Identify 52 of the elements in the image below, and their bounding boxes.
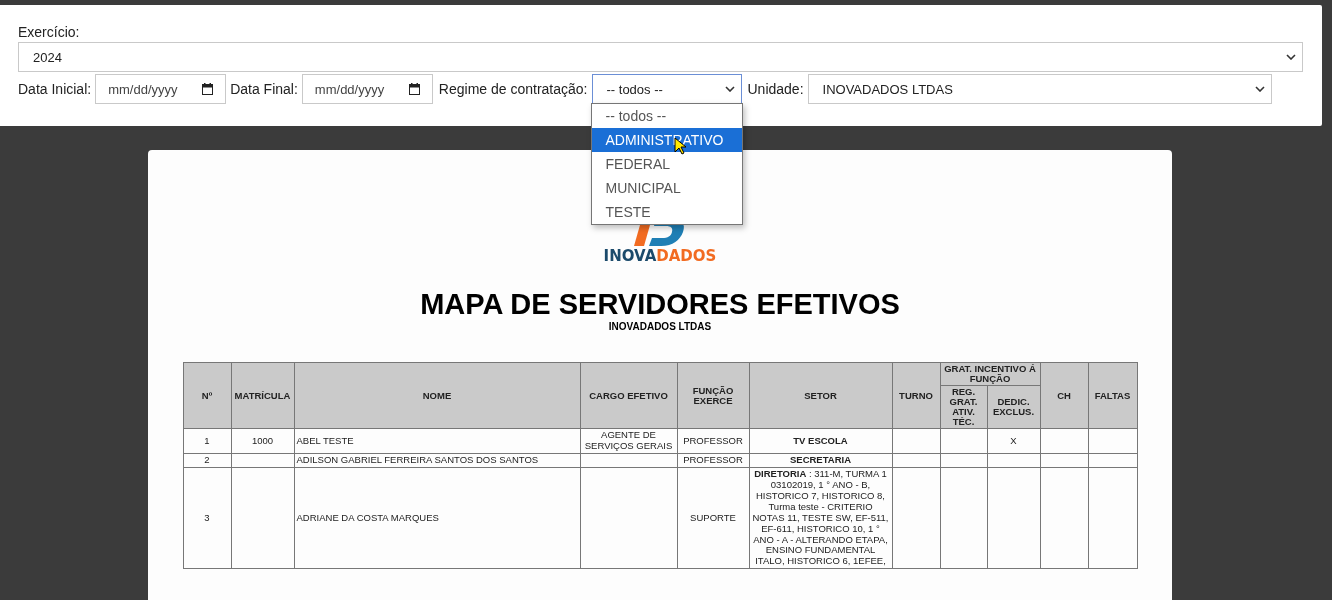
table-cell: SECRETARIA: [749, 453, 892, 468]
table-cell: ADILSON GABRIEL FERREIRA SANTOS DOS SANTOS: [294, 453, 580, 468]
column-header: TURNO: [892, 362, 940, 429]
chevron-down-icon: [724, 86, 735, 92]
column-header: FUNÇÃO EXERCE: [677, 362, 749, 429]
field-label: Unidade:: [747, 81, 804, 97]
column-header: FALTAS: [1088, 362, 1137, 429]
column-header: MATRÍCULA: [231, 362, 294, 429]
column-header: REG. GRAT. ATIV. TÉC.: [940, 385, 987, 429]
table-cell: PROFESSOR: [677, 453, 749, 468]
date-input[interactable]: mm/dd/yyyy: [301, 74, 433, 104]
dropdown-option[interactable]: -- todos --: [591, 104, 742, 128]
dropdown-option[interactable]: ADMINISTRATIVO: [591, 128, 742, 152]
calendar-icon: [202, 83, 214, 95]
report-title: MAPA DE SERVIDORES EFETIVOS: [420, 288, 900, 321]
table-cell: TV ESCOLA: [749, 428, 892, 454]
table-cell: 2: [183, 453, 231, 468]
table-cell: DIRETORIA : 311-M, TURMA 1 03102019, 1 ° ANO - B, HISTORICO 7, HISTORICO 8, Turma teste - CRITERIO NOTAS 11, TESTE SW, EF-511, EF-611, HISTORICO 10, 1 ° ANO - A - ALTERANDO ETAPA, ENSINO FUNDAMENTAL ITALO, HISTORICO 6, 1EFEE,: [749, 467, 892, 569]
logo-text: INOVA: [603, 248, 657, 265]
table-cell: AGENTE DE SERVIÇOS GERAIS: [580, 428, 677, 454]
table-cell: ABEL TESTE: [294, 428, 580, 454]
table-cell: SUPORTE: [677, 467, 749, 569]
table-cell: ADRIANE DA COSTA MARQUES: [294, 467, 580, 569]
chevron-down-icon: [1254, 86, 1265, 92]
dropdown-option[interactable]: MUNICIPAL: [591, 176, 742, 200]
dropdown-option[interactable]: FEDERAL: [591, 152, 742, 176]
column-header: SETOR: [749, 362, 892, 429]
regime-select[interactable]: -- todos --: [591, 74, 742, 104]
column-header: CH: [1040, 362, 1088, 429]
dropdown-option[interactable]: TESTE: [591, 200, 742, 224]
column-header: CARGO EFETIVO: [580, 362, 677, 429]
table-cell: X: [987, 428, 1040, 454]
chevron-down-icon: [1286, 54, 1296, 60]
table-cell: 1000: [231, 428, 294, 454]
table-cell: PROFESSOR: [677, 428, 749, 454]
table-cell: [231, 453, 294, 468]
field-label: Data Final:: [230, 81, 298, 97]
field-label: Data Inicial:: [18, 81, 92, 97]
table-cell: 3: [183, 467, 231, 569]
column-header: GRAT. INCENTIVO Á FUNÇÃO: [940, 362, 1040, 386]
column-header: Nº: [183, 362, 231, 429]
field-label: Regime de contratação:: [438, 81, 588, 97]
date-input[interactable]: mm/dd/yyyy: [95, 74, 227, 104]
calendar-icon: [408, 83, 420, 95]
report-subtitle: INOVADADOS LTDAS: [608, 321, 712, 333]
table-cell: 1: [183, 428, 231, 454]
year-select[interactable]: 2024: [18, 42, 1303, 72]
column-header: DEDIC. EXCLUS.: [987, 385, 1040, 429]
unit-select[interactable]: INOVADADOS LTDAS: [807, 74, 1272, 104]
field-label: Exercício:: [18, 24, 80, 40]
logo-text: DADOS: [656, 248, 717, 265]
column-header: NOME: [294, 362, 580, 429]
